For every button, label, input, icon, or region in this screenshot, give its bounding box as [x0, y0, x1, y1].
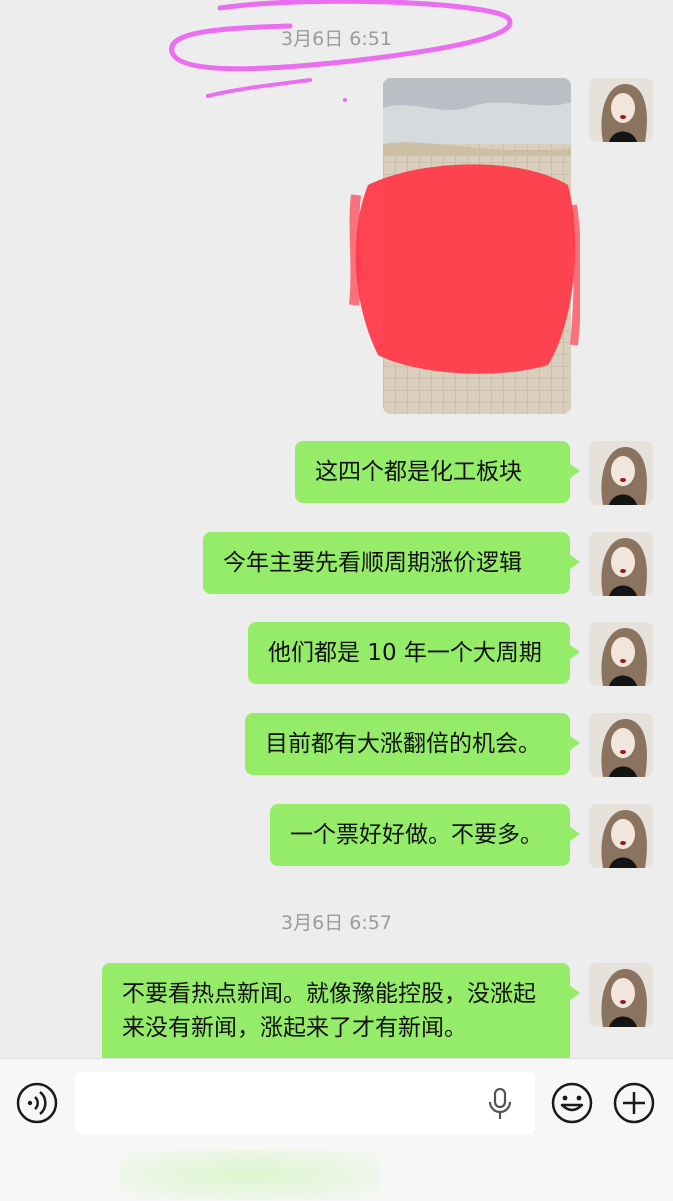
- message-input[interactable]: [75, 1072, 535, 1134]
- voice-mode-icon: [16, 1082, 58, 1124]
- chat-message-bubble[interactable]: 他们都是 10 年一个大周期: [248, 622, 580, 684]
- avatar[interactable]: [589, 713, 653, 777]
- avatar[interactable]: [589, 622, 653, 686]
- chat-message-bubble[interactable]: 今年主要先看顺周期涨价逻辑: [203, 532, 580, 594]
- avatar[interactable]: [589, 78, 653, 142]
- chat-message-bubble[interactable]: 这四个都是化工板块: [295, 441, 580, 503]
- plus-icon: [613, 1082, 655, 1124]
- emoji-icon: [551, 1082, 593, 1124]
- timestamp: 3月6日 6:51: [281, 28, 392, 50]
- avatar[interactable]: [589, 532, 653, 596]
- chat-message-bubble[interactable]: 目前都有大涨翻倍的机会。: [245, 713, 580, 775]
- microphone-icon[interactable]: [485, 1088, 515, 1120]
- keyboard-glow: [120, 1150, 380, 1200]
- emoji-button[interactable]: [550, 1081, 594, 1125]
- chat-message-bubble[interactable]: 一个票好好做。不要多。: [270, 804, 580, 866]
- chat-message-bubble[interactable]: 不要看热点新闻。就像豫能控股，没涨起来没有新闻，涨起来了才有新闻。: [102, 963, 580, 1073]
- more-button[interactable]: [612, 1081, 656, 1125]
- avatar[interactable]: [589, 963, 653, 1027]
- avatar[interactable]: [589, 441, 653, 505]
- avatar[interactable]: [589, 804, 653, 868]
- timestamp: 3月6日 6:57: [281, 912, 392, 934]
- voice-mode-button[interactable]: [15, 1081, 59, 1125]
- red-redaction-scribble: [349, 164, 580, 374]
